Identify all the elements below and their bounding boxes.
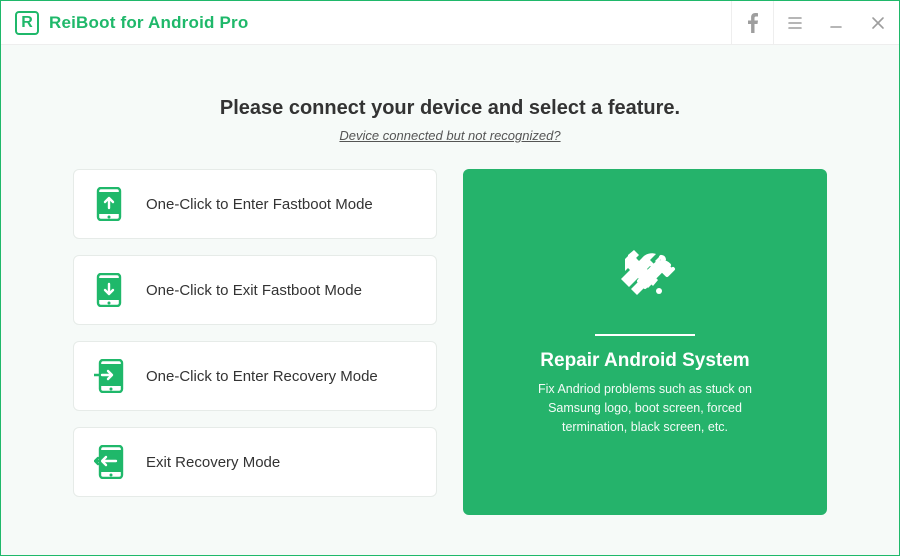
close-button[interactable]: [857, 1, 899, 45]
tools-icon: [611, 247, 679, 314]
menu-button[interactable]: [773, 1, 815, 45]
repair-desc: Fix Andriod problems such as stuck on Sa…: [515, 380, 775, 436]
main-content: Please connect your device and select a …: [1, 45, 899, 555]
repair-column: Repair Android System Fix Andriod proble…: [463, 169, 827, 515]
app-title: ReiBoot for Android Pro: [49, 13, 248, 33]
exit-fastboot-button[interactable]: One-Click to Exit Fastboot Mode: [73, 255, 437, 325]
page-title: Please connect your device and select a …: [73, 97, 827, 120]
option-label: One-Click to Exit Fastboot Mode: [146, 282, 362, 299]
options-column: One-Click to Enter Fastboot Mode One-Cli…: [73, 169, 437, 515]
exit-recovery-button[interactable]: Exit Recovery Mode: [73, 427, 437, 497]
titlebar: R ReiBoot for Android Pro: [1, 1, 899, 45]
option-label: One-Click to Enter Fastboot Mode: [146, 196, 373, 213]
phone-down-arrow-icon: [94, 275, 124, 305]
enter-recovery-button[interactable]: One-Click to Enter Recovery Mode: [73, 341, 437, 411]
divider: [595, 334, 695, 336]
minimize-icon: [828, 15, 844, 31]
enter-fastboot-button[interactable]: One-Click to Enter Fastboot Mode: [73, 169, 437, 239]
repair-system-button[interactable]: Repair Android System Fix Andriod proble…: [463, 169, 827, 515]
feature-grid: One-Click to Enter Fastboot Mode One-Cli…: [73, 169, 827, 515]
app-logo: R: [15, 11, 39, 35]
phone-in-arrow-icon: [94, 361, 124, 391]
close-icon: [870, 15, 886, 31]
option-label: One-Click to Enter Recovery Mode: [146, 368, 378, 385]
facebook-button[interactable]: [731, 1, 773, 45]
option-label: Exit Recovery Mode: [146, 454, 280, 471]
facebook-icon: [747, 13, 759, 33]
app-logo-glyph: R: [21, 15, 33, 31]
minimize-button[interactable]: [815, 1, 857, 45]
phone-up-arrow-icon: [94, 189, 124, 219]
menu-icon: [787, 15, 803, 31]
phone-out-arrow-icon: [94, 447, 124, 477]
help-link[interactable]: Device connected but not recognized?: [73, 128, 827, 143]
repair-title: Repair Android System: [540, 350, 749, 372]
